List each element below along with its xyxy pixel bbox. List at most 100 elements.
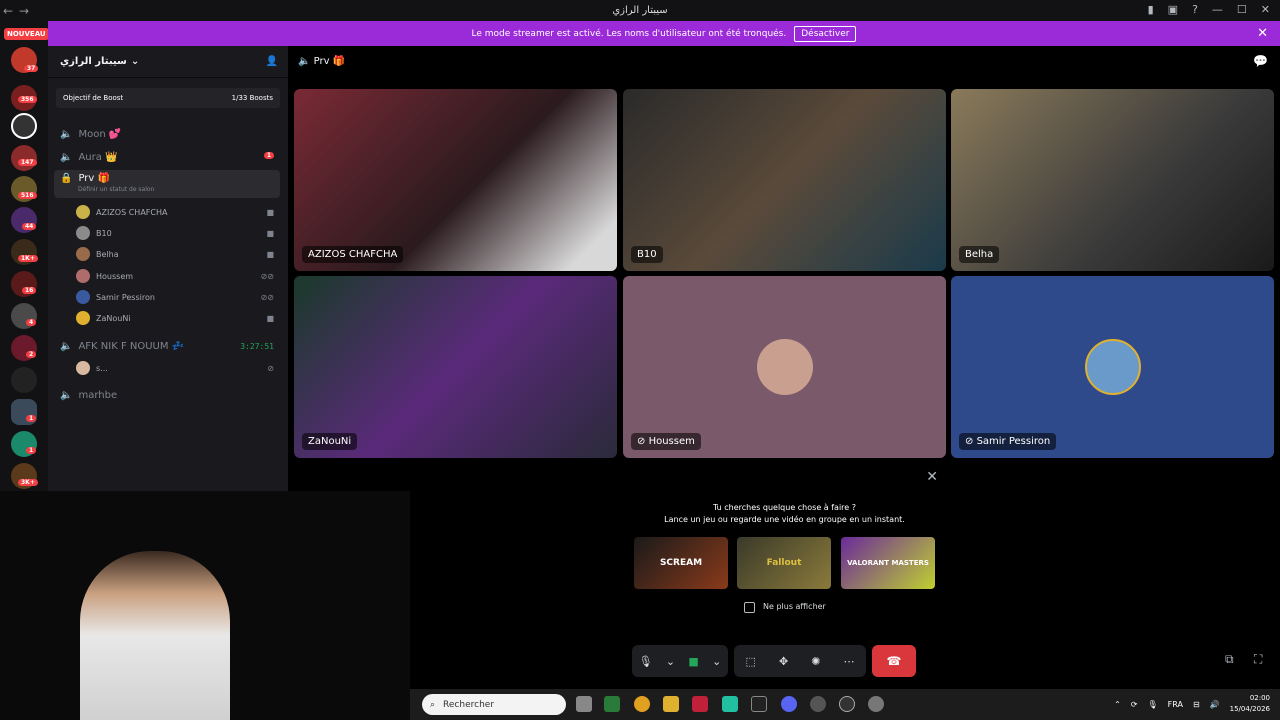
voice-member[interactable]: Samir Pessiron ⊘⊘	[76, 288, 280, 306]
member-name: s...	[96, 363, 108, 373]
server-badge: 1K+	[18, 255, 38, 262]
folder-icon[interactable]	[663, 696, 679, 712]
tile-name: AZIZOS CHAFCHA	[302, 246, 404, 263]
channel-name: AFK NIK F NOUUM 💤	[78, 340, 185, 352]
app-icon[interactable]	[604, 696, 620, 712]
voice-member[interactable]: Houssem ⊘⊘	[76, 267, 280, 285]
close-icon[interactable]: ✕	[926, 469, 938, 485]
video-tile[interactable]: AZIZOS CHAFCHA	[294, 89, 617, 271]
screen-icon[interactable]: ▣	[1168, 3, 1178, 16]
banner-text: Le mode streamer est activé. Les noms d'…	[471, 28, 787, 39]
app-icon[interactable]	[692, 696, 708, 712]
server-icon[interactable]	[11, 113, 37, 139]
taskbar-search[interactable]: ⌕ Rechercher	[422, 694, 566, 715]
voice-channel[interactable]: 🔈 AFK NIK F NOUUM 💤 3:27:51	[54, 336, 280, 356]
game-card[interactable]: VALORANT MASTERS	[841, 537, 935, 589]
media-player-icon[interactable]	[839, 696, 855, 712]
activities-icon[interactable]: ✥	[779, 655, 788, 668]
maximize-icon[interactable]: ☐	[1237, 3, 1247, 16]
video-icon: ■	[266, 207, 274, 217]
voice-channel[interactable]: 🔈 Aura 👑 1	[54, 147, 280, 167]
microphone-tray-icon[interactable]: 🎙	[1148, 700, 1158, 709]
activity-controls: ⬚ ✥ ✺ ⋯	[734, 645, 866, 677]
clock[interactable]: 02:00 15/04/2026	[1230, 693, 1270, 715]
server-icon[interactable]	[11, 367, 37, 393]
sync-icon[interactable]: ⟳	[1131, 700, 1138, 709]
help-icon[interactable]: ?	[1192, 3, 1198, 16]
voice-member[interactable]: AZIZOS CHAFCHA ■	[76, 203, 280, 221]
minimize-icon[interactable]: —	[1212, 3, 1223, 16]
video-tile[interactable]: ⊘ Houssem	[623, 276, 946, 458]
game-card[interactable]: SCREAM	[634, 537, 728, 589]
game-card[interactable]: Fallout	[737, 537, 831, 589]
volume-icon[interactable]: 🔊	[1210, 700, 1220, 709]
chat-icon[interactable]: 💬	[1253, 54, 1268, 68]
chevron-down-icon[interactable]: ⌄	[666, 655, 675, 668]
fullscreen-icon[interactable]: ⛶	[1254, 652, 1262, 667]
server-icon[interactable]	[11, 145, 37, 171]
avatar	[76, 361, 90, 375]
server-badge: 1	[26, 447, 37, 454]
voice-member[interactable]: s... ⊘	[76, 359, 280, 377]
voice-channel-selected[interactable]: 🔒 Prv 🎁 Définir un statut de salon	[54, 170, 280, 198]
os-taskbar: ⌕ Rechercher ⌃ ⟳ 🎙 FRA ⊟ 🔊 02:00 15/04/2…	[410, 689, 1280, 720]
network-icon[interactable]: ⊟	[1193, 700, 1200, 709]
microphone-icon[interactable]: 🎙	[639, 655, 653, 668]
tile-name: ⊘ Samir Pessiron	[959, 433, 1057, 450]
bookmark-icon[interactable]: ▮	[1148, 3, 1154, 16]
voice-channel[interactable]: 🔈 marhbe	[54, 385, 280, 405]
voice-member[interactable]: ZaNouNi ■	[76, 309, 280, 327]
close-icon[interactable]: ✕	[1257, 26, 1268, 41]
member-name: Houssem	[96, 271, 134, 281]
window-title: سيبتار الرازي	[612, 5, 668, 16]
server-header[interactable]: سيبتار الرازي ⌄ 👤	[48, 46, 288, 78]
camera-icon[interactable]: ■	[688, 655, 698, 668]
tile-name: ZaNouNi	[302, 433, 358, 450]
popout-icon[interactable]: ⧉	[1225, 652, 1234, 667]
app-icon[interactable]	[810, 696, 826, 712]
title-bar: ← → سيبتار الرازي ▮ ▣ ? — ☐ ✕	[0, 0, 1280, 21]
discord-icon[interactable]	[781, 696, 797, 712]
voice-channel[interactable]: 🔈 Moon 💕	[54, 124, 280, 144]
app-icon[interactable]	[751, 696, 767, 712]
dont-show-checkbox[interactable]	[744, 602, 755, 613]
boost-goal[interactable]: Objectif de Boost 1/33 Boosts	[56, 88, 280, 108]
voice-member[interactable]: B10 ■	[76, 224, 280, 242]
more-icon[interactable]: ⋯	[843, 655, 854, 668]
speaker-icon: 🔈	[60, 128, 73, 140]
soundboard-icon[interactable]: ✺	[811, 655, 820, 668]
chevron-up-icon[interactable]: ⌃	[1114, 700, 1121, 709]
channel-status[interactable]: Définir un statut de salon	[78, 186, 154, 193]
channel-name: Moon 💕	[78, 128, 122, 140]
lock-icon: 🔒	[60, 173, 73, 184]
clock-date: 15/04/2026	[1229, 705, 1270, 713]
settings-icon[interactable]	[868, 696, 884, 712]
video-tile[interactable]: ZaNouNi	[294, 276, 617, 458]
app-icon[interactable]	[722, 696, 738, 712]
video-tile[interactable]: Belha	[951, 89, 1274, 271]
video-tile[interactable]: ⊘ Samir Pessiron	[951, 276, 1274, 458]
server-name: سيبتار الرازي	[60, 56, 127, 67]
avatar	[76, 205, 90, 219]
search-icon: ⌕	[430, 699, 436, 710]
server-badge: 4	[26, 319, 37, 326]
voice-title-text: Prv 🎁	[313, 56, 346, 67]
avatar	[756, 339, 813, 395]
avatar	[1084, 339, 1141, 395]
language-indicator[interactable]: FRA	[1168, 700, 1183, 709]
disable-streamer-button[interactable]: Désactiver	[794, 25, 857, 42]
activity-suggestion: ✕ Tu cherches quelque chose à faire ? La…	[623, 463, 946, 635]
video-tile[interactable]: B10	[623, 89, 946, 271]
close-window-icon[interactable]: ✕	[1261, 3, 1270, 16]
add-member-icon[interactable]: 👤	[266, 56, 278, 67]
chrome-icon[interactable]	[634, 696, 650, 712]
task-view-icon[interactable]	[576, 696, 592, 712]
dont-show-label: Ne plus afficher	[763, 602, 826, 611]
speaker-icon: 🔈	[60, 151, 73, 163]
screen-share-icon[interactable]: ⬚	[746, 655, 756, 668]
voice-member[interactable]: Belha ■	[76, 245, 280, 263]
disconnect-button[interactable]: ☎	[872, 645, 916, 677]
chevron-down-icon[interactable]: ⌄	[712, 655, 721, 668]
deafened-icon: ⊘⊘	[260, 292, 274, 302]
channel-name: marhbe	[78, 389, 118, 401]
